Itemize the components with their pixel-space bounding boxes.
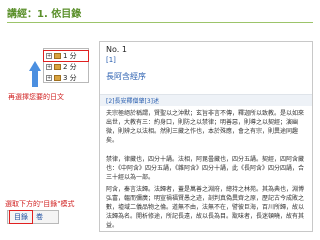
book-icon bbox=[54, 64, 61, 70]
hint-select-tab: 選取下方的"目錄"模式 bbox=[5, 200, 75, 208]
tree-item-label: 1 分 bbox=[63, 52, 77, 60]
book-icon bbox=[54, 53, 61, 59]
tree-item-label: 3 分 bbox=[63, 74, 77, 82]
document-paragraph: 夫宗極絕於稱謂，賢聖以之沖默；玄旨非言不傳，釋迦所以致教。是以如來出世，大教有三… bbox=[106, 110, 305, 144]
section-label: [2]長安釋僧肇[3]述 bbox=[106, 98, 159, 105]
sutra-tree: + 1 分 + 2 分 + 3 分 bbox=[43, 48, 89, 83]
tab-catalog[interactable]: 目錄 bbox=[9, 210, 33, 224]
hint-select-item: 再選擇您要的日文 bbox=[8, 93, 64, 101]
tree-item-3[interactable]: + 3 分 bbox=[44, 73, 88, 83]
document-number: No. 1 bbox=[106, 45, 127, 54]
document-section-header: [2]長安釋僧肇[3]述 bbox=[100, 94, 312, 106]
expand-icon[interactable]: + bbox=[46, 53, 52, 59]
expand-icon[interactable]: + bbox=[46, 75, 52, 81]
tree-item-2[interactable]: + 2 分 bbox=[44, 62, 88, 72]
document-ref-link[interactable]: [1] bbox=[106, 56, 116, 64]
slide-title: 講經：1. 依目錄 bbox=[7, 9, 82, 20]
book-icon bbox=[54, 75, 61, 81]
document-pane: No. 1 [1] 長阿含經序 [2]長安釋僧肇[3]述 夫宗極絕於稱謂，賢聖以… bbox=[99, 41, 313, 232]
arrow-up-icon bbox=[29, 61, 41, 71]
tree-item-1[interactable]: + 1 分 bbox=[43, 50, 89, 62]
expand-icon[interactable]: + bbox=[46, 64, 52, 70]
title-divider bbox=[7, 22, 313, 23]
mode-tabs: 目錄 卷 bbox=[7, 210, 59, 224]
arrow-shaft bbox=[32, 71, 38, 87]
document-paragraph: 阿含，秦言法歸。法歸者，蓋是萬善之淵府，總持之林苑。其為典也，淵博弘富，韞而彌廣… bbox=[106, 186, 305, 229]
document-title: 長阿含經序 bbox=[106, 72, 146, 81]
document-paragraph: 禁律，律藏也，四分十誦。法相，阿毘曇藏也，四分五誦。契經，四阿含藏也：《中阿含》… bbox=[106, 156, 305, 181]
tree-item-label: 2 分 bbox=[63, 63, 77, 71]
tab-volume[interactable]: 卷 bbox=[32, 211, 47, 223]
